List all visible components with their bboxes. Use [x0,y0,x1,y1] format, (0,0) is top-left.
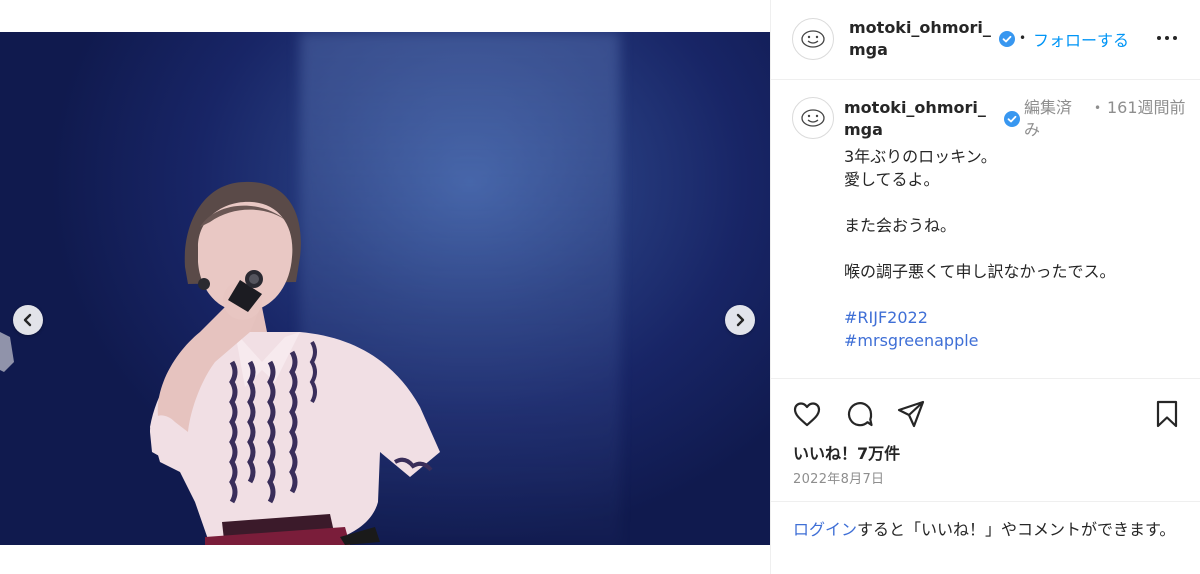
post-sidebar: motoki_ohmori_mga • フォローする motoki_ohmori… [770,0,1200,574]
caption-avatar[interactable] [792,97,834,139]
header-separator: • [1019,31,1027,45]
login-prompt: ログインすると「いいね！」やコメントができます。 [771,501,1200,541]
chevron-right-icon [736,313,745,327]
smiley-avatar-icon [801,109,825,127]
caption-username[interactable]: motoki_ohmori_mga [844,97,989,141]
avatar[interactable] [792,18,834,60]
comment-icon[interactable] [844,398,876,430]
post-photo[interactable] [0,32,770,545]
hashtag-link[interactable]: #RIJF2022 [844,306,1184,329]
login-prompt-text: すると「いいね！」やコメントができます。 [857,520,1176,539]
caption-line [844,191,1184,214]
edited-label: 編集済み [1024,98,1073,139]
caption-line: 喉の調子悪くて申し訳なかったでス。 [844,262,1116,281]
share-icon[interactable] [895,398,927,430]
caption-line: 愛してるよ。 [844,170,940,189]
heart-icon[interactable] [791,398,823,430]
post-header: motoki_ohmori_mga • フォローする [771,0,1200,80]
header-username[interactable]: motoki_ohmori_mga [849,17,994,61]
more-horizontal-icon[interactable] [1155,28,1179,48]
carousel-prev-button[interactable] [13,305,43,335]
media-column [0,0,770,574]
hashtag-link[interactable]: #mrsgreenapple [844,329,1184,352]
follow-button[interactable]: フォローする [1033,27,1129,51]
post-date[interactable]: 2022年8月7日 [793,468,884,487]
login-link[interactable]: ログイン [793,520,857,539]
bookmark-icon[interactable] [1151,398,1183,430]
likes-count[interactable]: いいね！7万件 [793,440,900,464]
performer-illustration [0,181,440,545]
post-time-ago[interactable]: 161週間前 [1107,97,1187,119]
post-dialog: motoki_ohmori_mga • フォローする motoki_ohmori… [0,0,1200,574]
caption-line [844,283,1184,306]
caption-separator: • [1094,101,1102,115]
caption-line: また会おうね。 [844,216,957,235]
verified-badge-icon [999,31,1015,47]
chevron-left-icon [23,313,32,327]
carousel-next-button[interactable] [725,305,755,335]
caption-text: 3年ぶりのロッキン。 愛してるよ。 また会おうね。 喉の調子悪くて申し訳なかった… [844,145,1184,352]
post-actions: いいね！7万件 2022年8月7日 ログインすると「いいね！」やコメントができま… [771,380,1200,574]
verified-badge-icon [1004,111,1020,127]
caption-line [844,237,1184,260]
caption-line: 3年ぶりのロッキン。 [844,147,997,166]
smiley-avatar-icon [801,30,825,48]
post-caption: motoki_ohmori_mga 編集済み • 161週間前 3年ぶりのロッキ… [771,81,1200,379]
